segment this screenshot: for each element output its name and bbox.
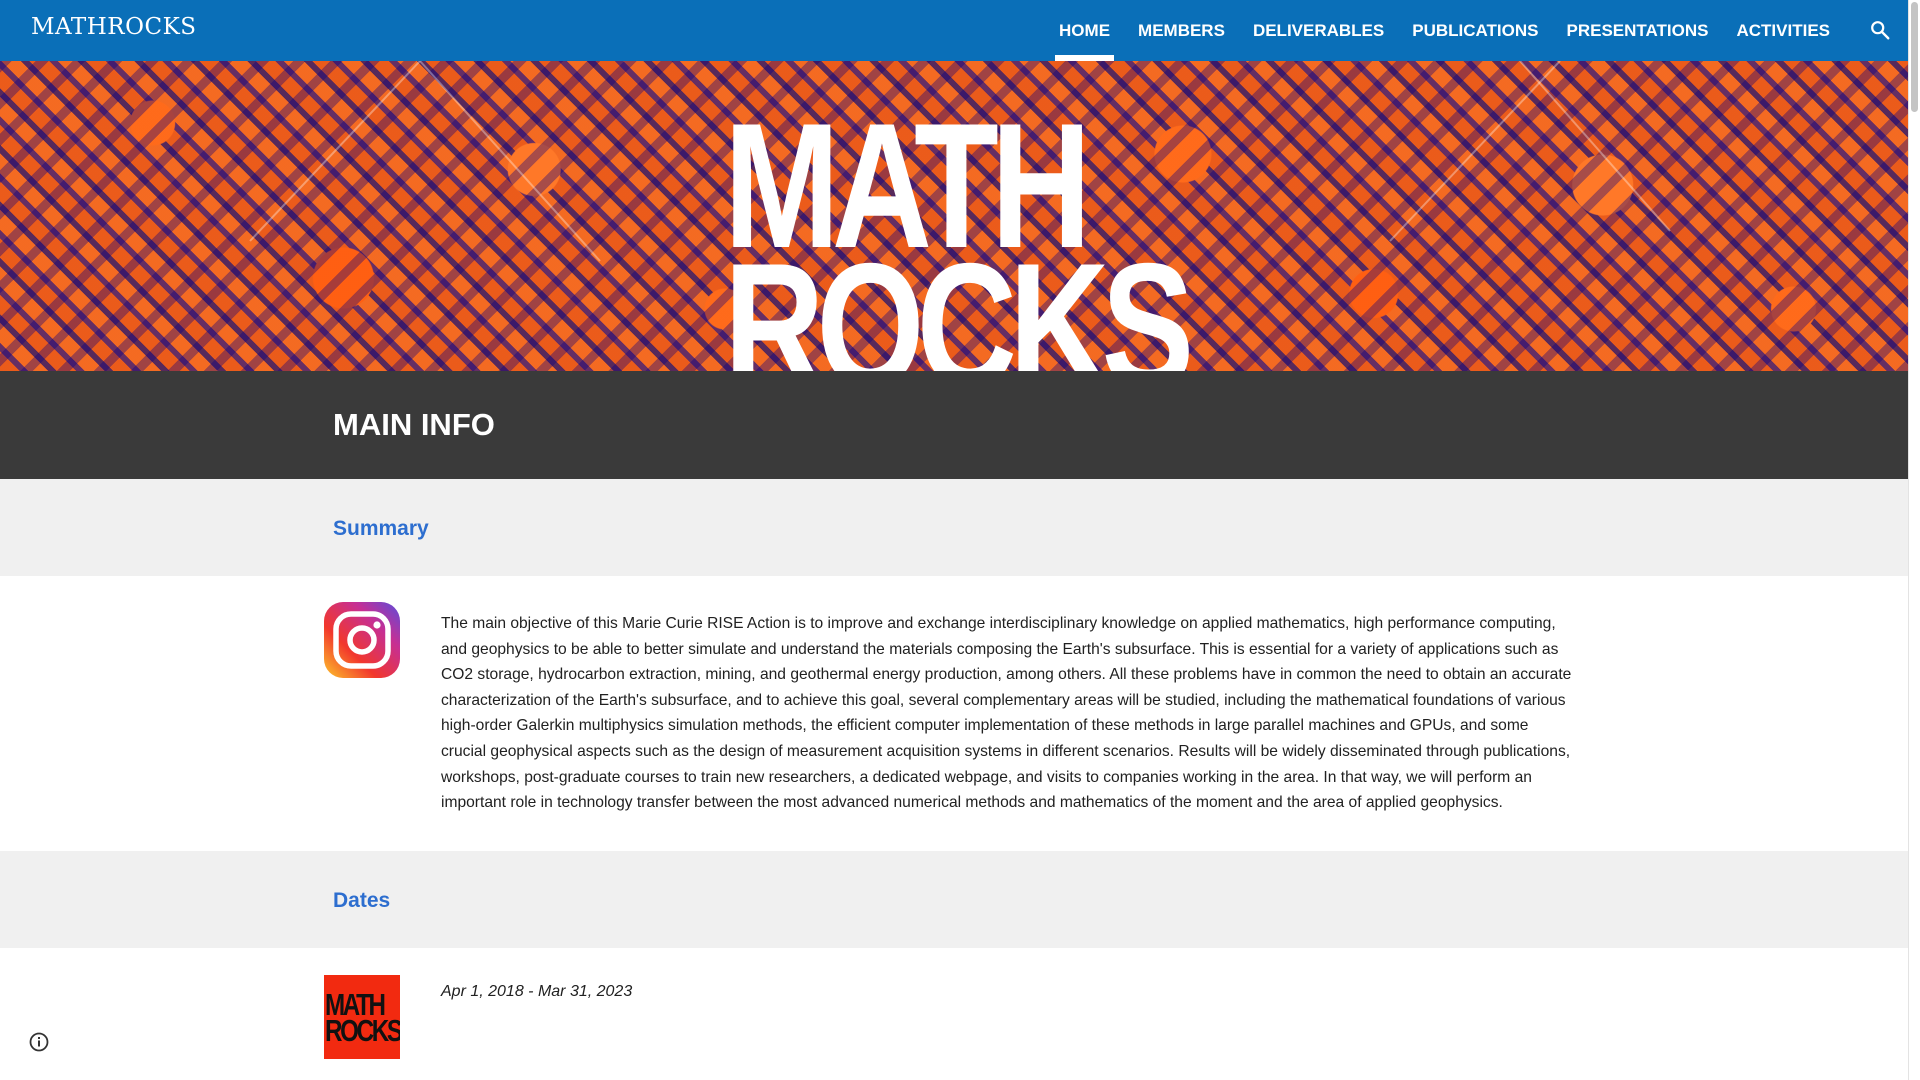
instagram-icon[interactable]	[324, 602, 400, 678]
summary-paragraph: The main objective of this Marie Curie R…	[441, 615, 1572, 812]
search-button[interactable]	[1866, 16, 1894, 44]
main-info-section: MAIN INFO	[0, 371, 1908, 479]
banner-title-line2: ROCKS	[724, 226, 1194, 372]
top-navigation-bar: MATHROCKS HOME MEMBERS DELIVERABLES PUBL…	[0, 0, 1908, 61]
project-dates: Apr 1, 2018 - Mar 31, 2023	[441, 983, 633, 1000]
summary-content: The main objective of this Marie Curie R…	[0, 576, 1908, 851]
nav-item-deliverables[interactable]: DELIVERABLES	[1239, 0, 1398, 61]
info-icon	[29, 1032, 49, 1052]
search-icon	[1871, 21, 1890, 40]
nav-item-activities[interactable]: ACTIVITIES	[1722, 0, 1844, 61]
summary-heading: Summary	[333, 517, 429, 540]
summary-header: Summary	[0, 479, 1908, 576]
page-title: MAIN INFO	[333, 407, 495, 442]
nav-item-presentations[interactable]: PRESENTATIONS	[1552, 0, 1722, 61]
main-nav: HOME MEMBERS DELIVERABLES PUBLICATIONS P…	[1045, 0, 1844, 61]
page-scrollbar[interactable]	[1908, 0, 1920, 1080]
dates-header: Dates	[0, 851, 1908, 948]
mathrocks-logo: MATH ROCKS	[324, 975, 400, 1059]
logo-line2: ROCKS	[325, 1013, 400, 1048]
banner-title: MATH ROCKS	[724, 97, 1194, 372]
dates-heading: Dates	[333, 889, 391, 912]
site-info-button[interactable]	[28, 1031, 50, 1053]
nav-item-home[interactable]: HOME	[1045, 0, 1124, 61]
dates-content: MATH ROCKS Apr 1, 2018 - Mar 31, 2023	[0, 948, 1908, 1080]
nav-item-members[interactable]: MEMBERS	[1124, 0, 1239, 61]
scrollbar-thumb[interactable]	[1911, 2, 1918, 112]
nav-item-publications[interactable]: PUBLICATIONS	[1398, 0, 1552, 61]
site-title[interactable]: MATHROCKS	[31, 14, 197, 40]
header-banner: MATH ROCKS	[0, 61, 1908, 371]
